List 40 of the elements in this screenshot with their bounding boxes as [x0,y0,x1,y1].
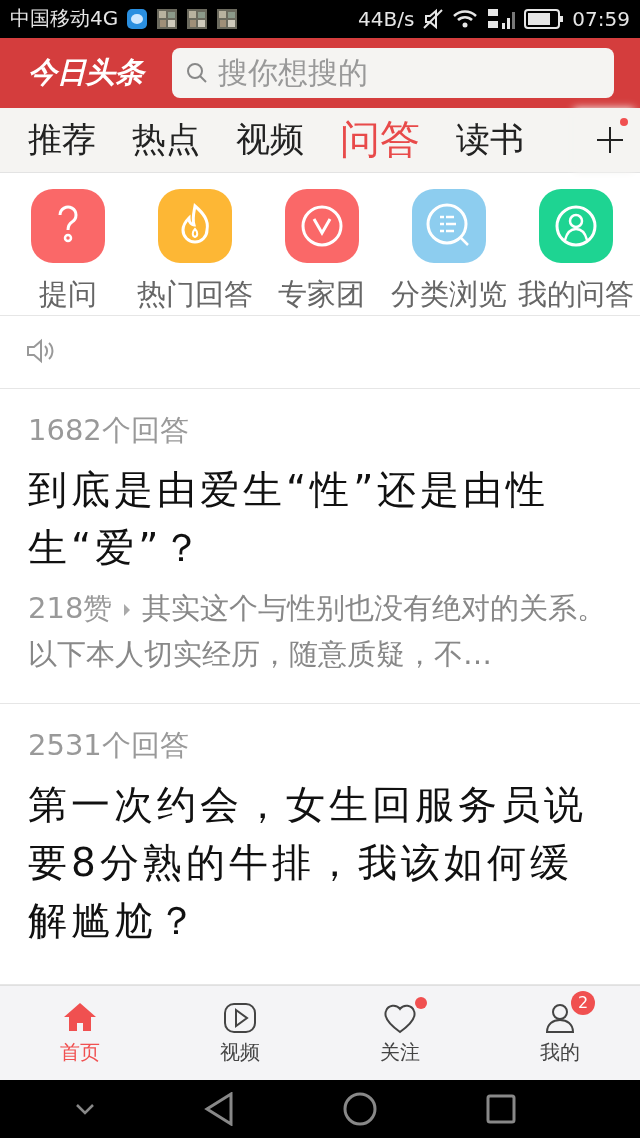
chevron-down-icon[interactable] [74,1102,95,1115]
app-logo: 今日头条 [28,53,144,91]
add-icon[interactable] [595,124,625,155]
shortcut-label[interactable]: 专家团 [278,274,366,315]
thumbnail-icon [216,7,239,30]
speaker-icon [26,338,56,365]
shortcut-label[interactable]: 提问 [38,274,97,315]
count-badge: 2 [571,991,595,1016]
channel-tab[interactable]: 推荐 [28,116,96,163]
carrier-text: 中国移动4G [10,5,119,33]
thumbnail-icon [156,7,179,30]
search-icon [186,61,208,84]
channel-tab[interactable]: 热点 [132,116,200,163]
back-icon[interactable] [203,1091,234,1126]
shortcut-label[interactable]: 我的问答 [518,274,635,315]
nav-tab[interactable]: 关注 [320,986,480,1080]
shortcut-icon[interactable] [285,188,359,263]
nav-tab[interactable]: 视频 [160,986,320,1080]
answer-excerpt: 218赞 其实这个与性别也没有绝对的关系。以下本人切实经历，随意质疑，不… [28,590,608,674]
search-field[interactable]: 搜你想搜的 [172,47,614,98]
wifi-icon [452,8,479,29]
home-button-icon[interactable] [342,1091,377,1126]
recents-icon[interactable] [485,1093,516,1124]
question-title[interactable]: 到底是由爱生“性”还是由性生“爱”？ [28,461,612,578]
shortcut-label[interactable]: 分类浏览 [391,274,508,315]
channel-tab[interactable]: 读书 [456,116,524,163]
battery-icon [524,7,565,30]
signal-icon [486,6,517,31]
network-speed-text: 44B/s [358,6,415,31]
nav-tab[interactable]: 2 我的 [480,986,640,1080]
answer-count: 2531个回答 [28,727,190,765]
mute-icon [422,7,445,30]
thumbnail-icon [186,7,209,30]
shortcut-icon[interactable] [30,188,105,263]
channel-tab[interactable]: 视频 [236,116,304,163]
question-title[interactable]: 第一次约会，女生回服务员说要8分熟的牛排，我该如何缓解尴尬？ [28,776,612,951]
chat-icon [126,7,149,30]
clock-text: 07:59 [572,6,630,31]
answer-count: 1682个回答 [28,412,190,450]
shortcut-label[interactable]: 热门回答 [136,274,253,315]
